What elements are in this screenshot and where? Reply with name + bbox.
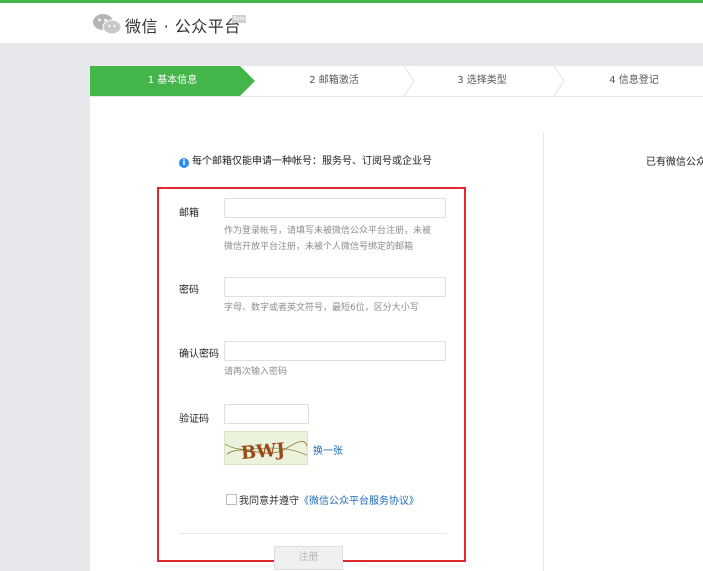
wechat-logo-icon	[93, 14, 122, 35]
agree-text: 我同意并遵守	[239, 496, 299, 507]
notice-text: 每个邮箱仅能申请一种帐号：服务号、订阅号或企业号	[192, 156, 432, 167]
header: 微信 · 公众平台 Beta	[0, 3, 703, 43]
password-field[interactable]	[224, 277, 446, 297]
register-button[interactable]: 注册	[274, 546, 343, 570]
email-field[interactable]	[224, 198, 446, 218]
step-info-registration: 4 信息登记	[609, 75, 659, 86]
vertical-divider	[543, 132, 544, 571]
captcha-label: 验证码	[179, 414, 209, 425]
step-progress: 1 基本信息 2 邮箱激活 3 选择类型 4 信息登记	[90, 66, 703, 97]
info-icon: i	[179, 158, 189, 168]
platform-title: 微信 · 公众平台	[125, 17, 241, 36]
chevron-right-icon	[553, 66, 565, 96]
notice: i 每个邮箱仅能申请一种帐号：服务号、订阅号或企业号	[179, 152, 432, 168]
existing-account-text: 已有微信公众	[646, 157, 703, 168]
form-divider	[179, 533, 447, 534]
step-basic-info: 1 基本信息	[90, 66, 255, 96]
captcha-input[interactable]	[224, 404, 309, 424]
refresh-captcha-link[interactable]: 换一张	[313, 442, 343, 457]
email-hint: 作为登录帐号，请填写未被微信公众平台注册，未被微信开放平台注册，未被个人微信号绑…	[224, 226, 432, 252]
step-select-type: 3 选择类型	[457, 75, 507, 86]
confirm-password-label: 确认密码	[179, 349, 219, 360]
agree-row: 我同意并遵守《微信公众平台服务协议》	[239, 492, 419, 507]
password-hint: 字母、数字或者英文符号，最短6位，区分大小写	[224, 303, 419, 313]
confirm-password-field[interactable]	[224, 341, 446, 361]
step-email-activation: 2 邮箱激活	[309, 75, 359, 86]
confirm-password-hint: 请再次输入密码	[224, 367, 288, 377]
beta-badge: Beta	[232, 15, 246, 23]
email-label: 邮箱	[179, 208, 199, 219]
captcha-image[interactable]: BWJ	[224, 431, 308, 465]
password-label: 密码	[179, 285, 199, 296]
agree-checkbox[interactable]	[226, 494, 237, 505]
captcha-graphic: BWJ	[225, 439, 307, 464]
service-agreement-link[interactable]: 《微信公众平台服务协议》	[299, 496, 419, 507]
captcha-text: BWJ	[240, 439, 286, 464]
